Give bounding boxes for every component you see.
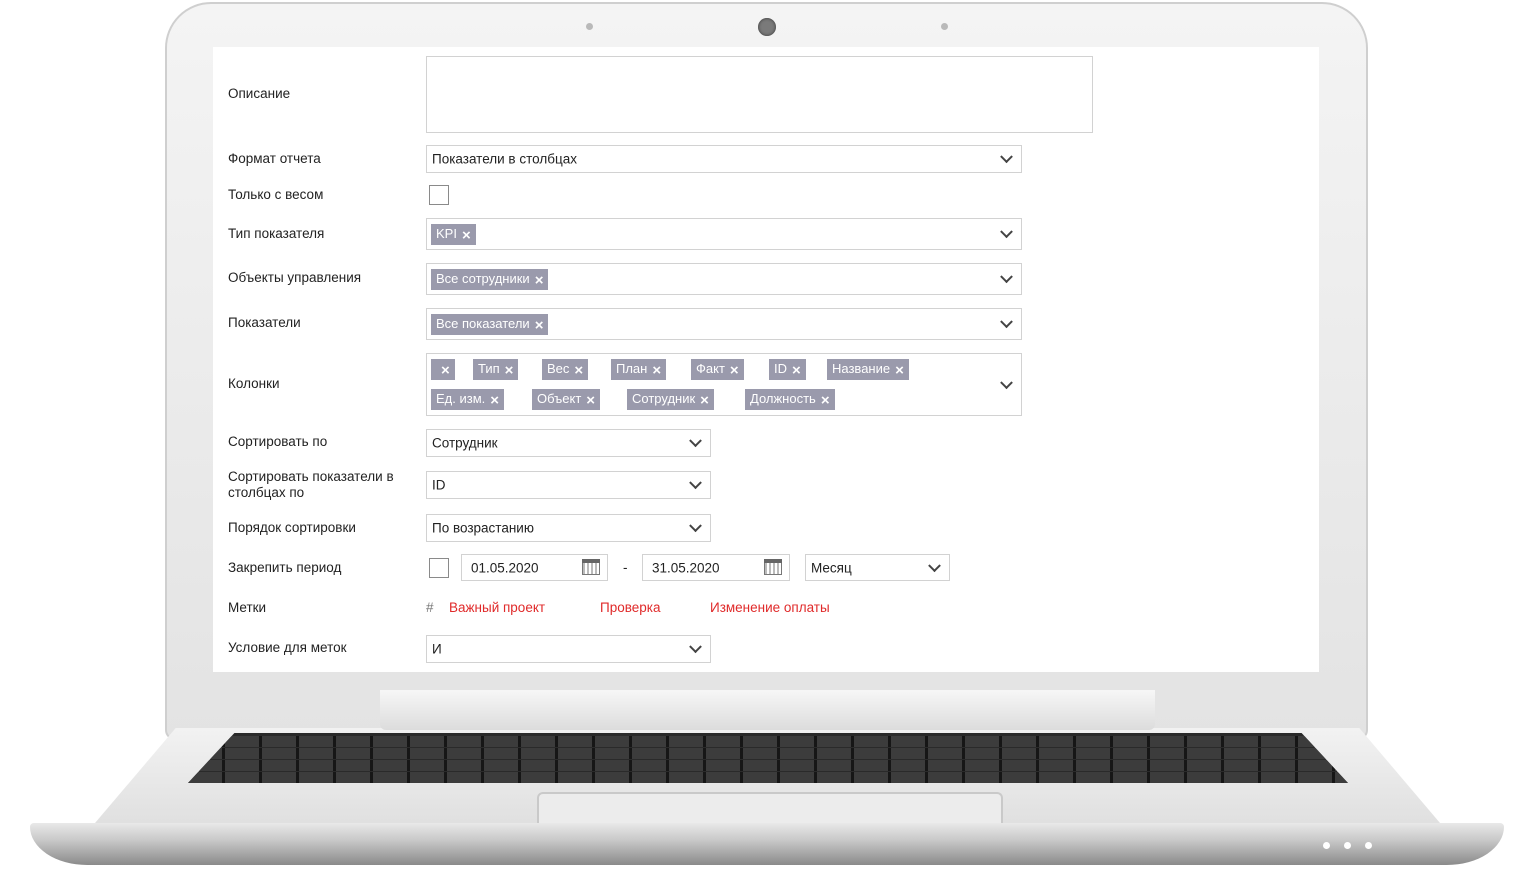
column-tag: Ед. изм. × [431, 389, 505, 410]
tag-kpi: KPI × [431, 224, 476, 245]
sort-indicators-select[interactable]: ID [426, 471, 711, 499]
column-tag: Название × [827, 359, 909, 380]
sort-by-label: Сортировать по [228, 434, 328, 449]
date-to-input[interactable]: 31.05.2020 [642, 554, 790, 581]
status-led [1365, 842, 1372, 849]
remove-tag-icon[interactable]: × [535, 271, 544, 290]
indicators-label: Показатели [228, 315, 301, 330]
marks-label: Метки [228, 600, 267, 615]
column-tag: План × [611, 359, 667, 380]
chevron-down-icon [689, 434, 702, 448]
weight-only-label: Только с весом [228, 187, 324, 202]
chevron-down-icon [1000, 315, 1013, 329]
laptop-hinge [380, 690, 1155, 730]
chevron-down-icon [689, 519, 702, 533]
column-tag: Факт × [691, 359, 744, 380]
remove-tag-icon[interactable]: × [730, 361, 739, 380]
remove-tag-icon[interactable]: × [895, 361, 904, 380]
lid-sensor-right [941, 23, 948, 30]
keyboard [188, 733, 1348, 783]
mark-tag[interactable]: Изменение оплаты [710, 600, 830, 615]
remove-tag-icon[interactable]: × [821, 391, 830, 410]
marks-condition-label: Условие для меток [228, 640, 347, 655]
sort-order-select[interactable]: По возрастанию [426, 514, 711, 542]
fix-period-label: Закрепить период [228, 560, 342, 575]
column-tag: Объект × [532, 389, 601, 410]
remove-tag-icon[interactable]: × [652, 361, 661, 380]
remove-tag-icon[interactable]: × [462, 226, 471, 245]
sort-order-label: Порядок сортировки [228, 520, 356, 535]
chevron-down-icon [928, 558, 941, 572]
remove-tag-icon[interactable]: × [535, 316, 544, 335]
chevron-down-icon [1000, 150, 1013, 164]
report-format-label: Формат отчета [228, 151, 321, 166]
mark-tag[interactable]: Важный проект [449, 600, 545, 615]
tag-all-employees: Все сотрудники × [431, 269, 549, 290]
remove-tag-icon[interactable]: × [792, 361, 801, 380]
indicator-type-label: Тип показателя [228, 226, 325, 241]
chevron-down-icon [1000, 270, 1013, 284]
indicators-multiselect[interactable]: Все показатели × [426, 308, 1022, 340]
fix-period-checkbox[interactable] [429, 558, 449, 578]
columns-label: Колонки [228, 376, 280, 391]
sort-indicators-label: Сортировать показатели в столбцах по [228, 469, 394, 500]
report-settings-form: Описание Формат отчета Показатели в стол… [213, 47, 1319, 672]
columns-multiselect[interactable]: × Тип × Вес × План × Факт × ID × Название × Ед… [426, 353, 1022, 416]
description-label: Описание [228, 86, 291, 101]
calendar-icon[interactable] [582, 559, 600, 575]
remove-tag-icon[interactable]: × [586, 391, 595, 410]
column-tag: ID × [769, 359, 806, 380]
chevron-down-icon [689, 476, 702, 490]
calendar-icon[interactable] [764, 559, 782, 575]
laptop-base [30, 823, 1504, 865]
remove-tag-icon[interactable]: × [441, 361, 450, 380]
weight-only-checkbox[interactable] [429, 185, 449, 205]
chevron-down-icon [1000, 375, 1013, 389]
indicator-type-multiselect[interactable]: KPI × [426, 218, 1022, 250]
description-textarea[interactable] [426, 56, 1093, 133]
column-tag: Должность × [745, 389, 835, 410]
remove-tag-icon[interactable]: × [505, 361, 514, 380]
remove-tag-icon[interactable]: × [574, 361, 583, 380]
date-separator: - [623, 560, 628, 575]
tag-all-indicators: Все показатели × [431, 314, 549, 335]
period-select[interactable]: Месяц [805, 554, 950, 581]
column-tag: Сотрудник × [627, 389, 714, 410]
date-from-input[interactable]: 01.05.2020 [461, 554, 608, 581]
mark-tag[interactable]: Проверка [600, 600, 660, 615]
report-format-select[interactable]: Показатели в столбцах [426, 145, 1022, 173]
control-objects-multiselect[interactable]: Все сотрудники × [426, 263, 1022, 295]
lid-sensor-left [586, 23, 593, 30]
chevron-down-icon [1000, 225, 1013, 239]
column-tag: Вес × [542, 359, 589, 380]
status-led [1344, 842, 1351, 849]
column-tag: × [431, 359, 455, 380]
column-tag: Тип × [473, 359, 519, 380]
hash-icon: # [426, 600, 434, 615]
control-objects-label: Объекты управления [228, 270, 362, 285]
remove-tag-icon[interactable]: × [700, 391, 709, 410]
status-led [1323, 842, 1330, 849]
remove-tag-icon[interactable]: × [490, 391, 499, 410]
sort-by-select[interactable]: Сотрудник [426, 429, 711, 457]
marks-condition-select[interactable]: И [426, 635, 711, 663]
chevron-down-icon [689, 640, 702, 654]
webcam [758, 18, 776, 36]
